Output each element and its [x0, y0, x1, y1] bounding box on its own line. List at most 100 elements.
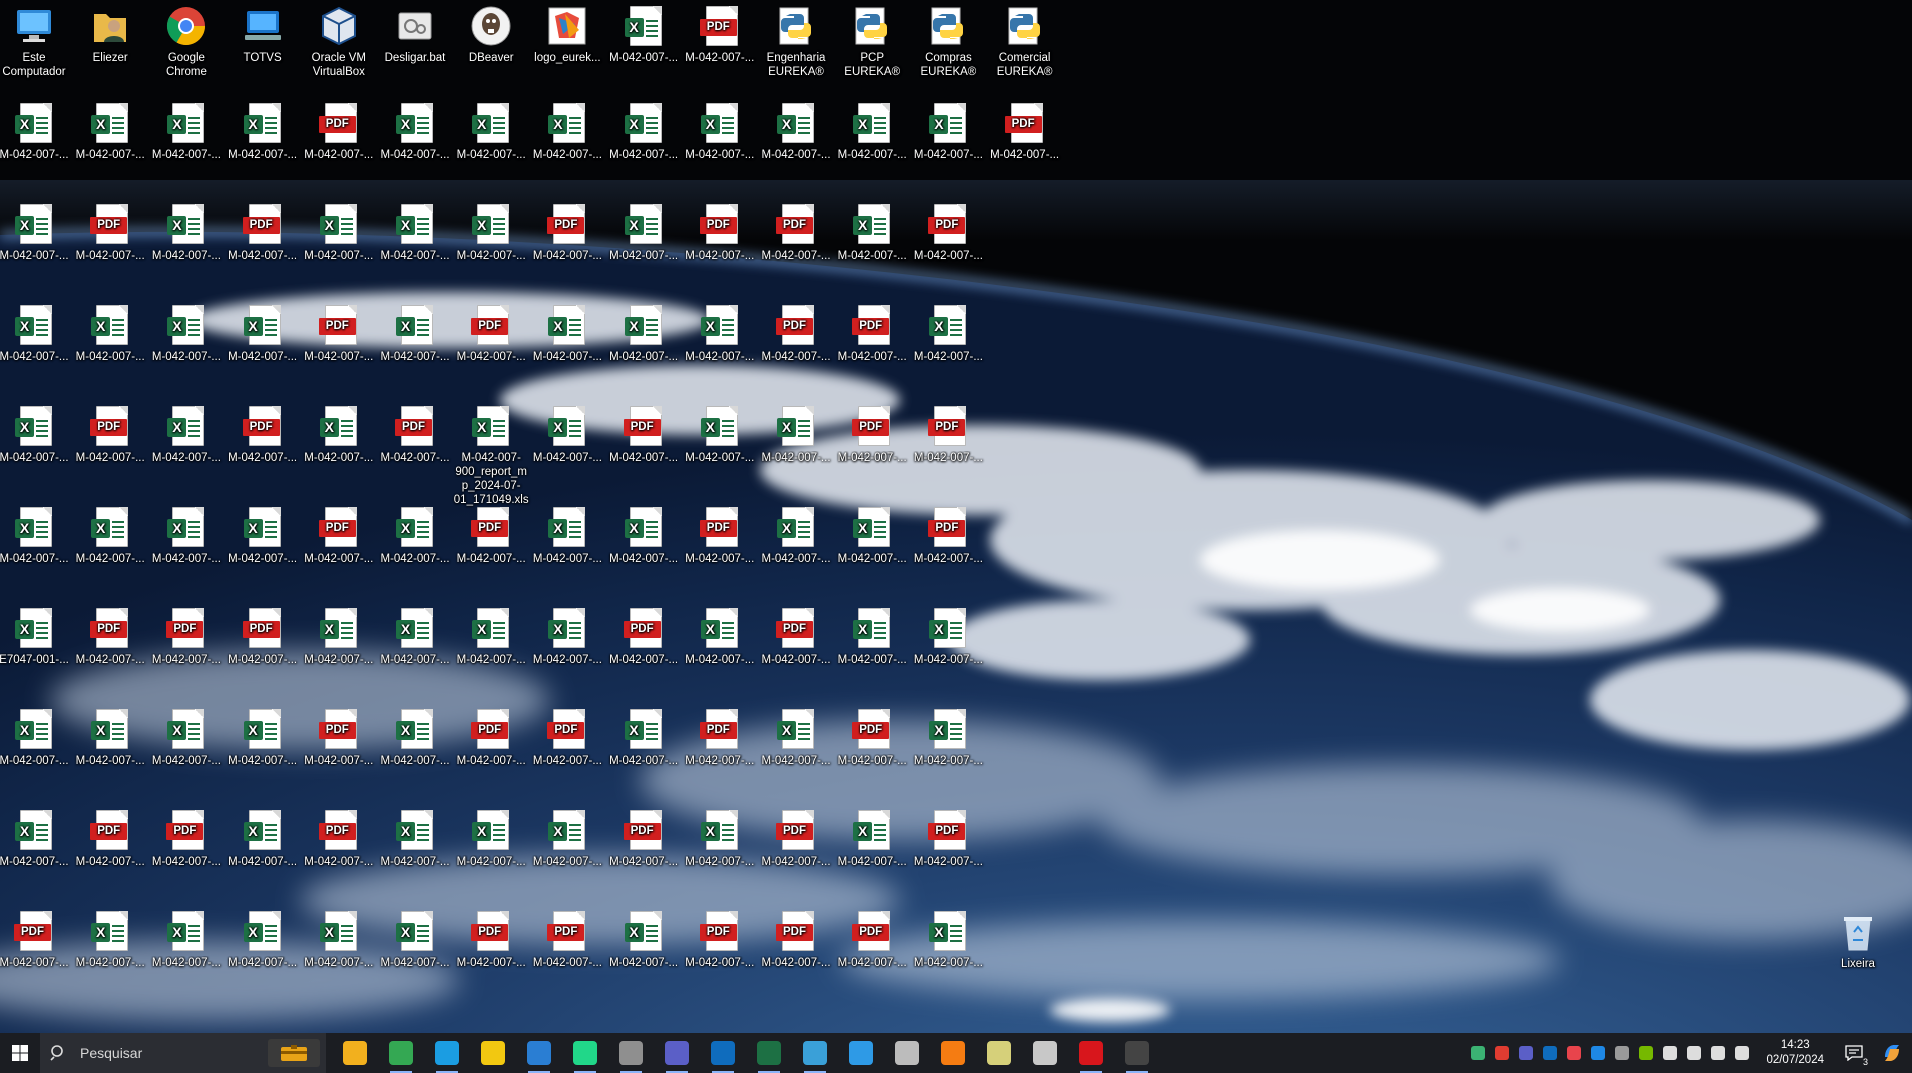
desktop-icon[interactable]: PCP EUREKA®: [834, 4, 910, 79]
desktop-icon[interactable]: X M-042-007-...: [72, 707, 148, 768]
desktop-icon[interactable]: X M-042-007-...: [606, 909, 682, 970]
desktop-icon[interactable]: X M-042-007-...: [606, 707, 682, 768]
taskbar-app-notepad[interactable]: [976, 1033, 1022, 1073]
desktop-icon[interactable]: PDF M-042-007-...: [606, 606, 682, 667]
desktop-icon[interactable]: PDF M-042-007-...: [453, 909, 529, 970]
desktop-icon[interactable]: X M-042-007-...: [225, 101, 301, 162]
desktop-icon[interactable]: X M-042-007-...: [758, 505, 834, 566]
desktop-icon[interactable]: X M-042-007-...: [529, 303, 605, 364]
desktop-icon[interactable]: X M-042-007-...: [0, 404, 72, 465]
desktop-icon[interactable]: X M-042-007-...: [453, 101, 529, 162]
desktop-icon[interactable]: X M-042-007-...: [758, 101, 834, 162]
desktop-icon[interactable]: X M-042-007-...: [225, 303, 301, 364]
desktop-icon[interactable]: X M-042-007-...: [834, 505, 910, 566]
taskbar-app-virtualbox[interactable]: [884, 1033, 930, 1073]
desktop-icon[interactable]: X M-042-007-...: [834, 202, 910, 263]
taskbar-app-vscode[interactable]: [516, 1033, 562, 1073]
desktop-icon[interactable]: PDF M-042-007-...: [758, 909, 834, 970]
desktop-icon[interactable]: PDF M-042-007-...: [834, 303, 910, 364]
desktop-icon[interactable]: X M-042-007-...: [682, 101, 758, 162]
desktop-icon[interactable]: PDF M-042-007-...: [72, 808, 148, 869]
taskbar-app-sublime[interactable]: [930, 1033, 976, 1073]
taskbar-app-chrome[interactable]: [378, 1033, 424, 1073]
desktop-icon[interactable]: X M-042-007-...: [453, 202, 529, 263]
kanban-icon[interactable]: [1466, 1033, 1490, 1073]
search-input[interactable]: [78, 1044, 262, 1062]
desktop-icon[interactable]: X M-042-007-...: [0, 101, 72, 162]
desktop-icon[interactable]: PDF M-042-007-...: [148, 606, 224, 667]
desktop-icon[interactable]: X M-042-007-...: [758, 707, 834, 768]
desktop-icon[interactable]: X M-042-007-...: [453, 606, 529, 667]
desktop-icon[interactable]: PDF M-042-007-...: [529, 909, 605, 970]
desktop-icon[interactable]: X M-042-007-...: [606, 202, 682, 263]
taskbar-app-pycharm[interactable]: [562, 1033, 608, 1073]
desktop-icon[interactable]: X M-042-007-...: [301, 606, 377, 667]
desktop-icon[interactable]: X M-042-007-...: [606, 4, 682, 65]
desktop-icon[interactable]: PDF M-042-007-...: [682, 505, 758, 566]
taskbar-app-excel[interactable]: [746, 1033, 792, 1073]
desktop-icon[interactable]: X M-042-007-...: [377, 909, 453, 970]
desktop-icon[interactable]: X M-042-007-...: [910, 101, 986, 162]
desktop-icon[interactable]: X M-042-007-...: [0, 505, 72, 566]
desktop-icon[interactable]: X M-042-007-...: [72, 505, 148, 566]
desktop-icon[interactable]: X M-042-007-...: [529, 505, 605, 566]
desktop-icon[interactable]: X M-042-007-900_report_mp_2024-07-01_1710…: [453, 404, 529, 521]
desktop-icon[interactable]: PDF M-042-007-...: [758, 808, 834, 869]
desktop-icon[interactable]: X M-042-007-...: [682, 808, 758, 869]
desktop-icon[interactable]: logo_eurek...: [529, 4, 605, 65]
desktop-icon[interactable]: PDF M-042-007-...: [72, 404, 148, 465]
desktop-icon[interactable]: X M-042-007-...: [72, 101, 148, 162]
taskbar-app-edge[interactable]: [424, 1033, 470, 1073]
desktop-icon[interactable]: PDF M-042-007-...: [910, 202, 986, 263]
desktop-icon[interactable]: Este Computador: [0, 4, 72, 79]
desktop-icon[interactable]: X M-042-007-...: [225, 505, 301, 566]
desktop-icon[interactable]: X M-042-007-...: [910, 303, 986, 364]
desktop-icon[interactable]: X M-042-007-...: [72, 909, 148, 970]
desktop-icon[interactable]: Compras EUREKA®: [910, 4, 986, 79]
desktop-icon[interactable]: PDF M-042-007-...: [225, 404, 301, 465]
desktop-icon[interactable]: PDF M-042-007-...: [910, 808, 986, 869]
desktop-icon[interactable]: PDF M-042-007-...: [682, 707, 758, 768]
desktop-icon[interactable]: X M-042-007-...: [377, 606, 453, 667]
desktop-icon[interactable]: X M-042-007-...: [606, 101, 682, 162]
desktop-icon[interactable]: PDF M-042-007-...: [758, 606, 834, 667]
desktop-icon[interactable]: X M-042-007-...: [834, 808, 910, 869]
desktop-icon[interactable]: X M-042-007-...: [377, 808, 453, 869]
taskbar-app-terminal[interactable]: [1114, 1033, 1160, 1073]
desktop-icon[interactable]: X M-042-007-...: [529, 808, 605, 869]
desktop-icon[interactable]: X M-042-007-...: [0, 808, 72, 869]
taskbar-search[interactable]: [40, 1033, 326, 1073]
desktop-icon[interactable]: PDF M-042-007-...: [834, 909, 910, 970]
desktop-icon[interactable]: PDF M-042-007-...: [72, 202, 148, 263]
desktop-icon[interactable]: PDF M-042-007-...: [377, 404, 453, 465]
desktop-area[interactable]: Este Computador Eliezer Google Chrome TOTVS…: [0, 0, 1912, 1033]
onedrive-icon[interactable]: [1586, 1033, 1610, 1073]
desktop-icon[interactable]: PDF M-042-007-...: [148, 808, 224, 869]
desktop-icon[interactable]: X M-042-007-...: [72, 303, 148, 364]
security-icon[interactable]: [1562, 1033, 1586, 1073]
desktop-icon[interactable]: X M-042-007-...: [910, 707, 986, 768]
desktop-icon[interactable]: X M-042-007-...: [377, 101, 453, 162]
desktop-icon[interactable]: X M-042-007-...: [148, 505, 224, 566]
desktop-icon[interactable]: Oracle VM VirtualBox: [301, 4, 377, 79]
desktop-icon[interactable]: Lixeira: [1820, 910, 1896, 971]
desktop-icon[interactable]: X M-042-007-...: [225, 808, 301, 869]
desktop-icon[interactable]: PDF M-042-007-...: [758, 202, 834, 263]
taskbar-app-monitor[interactable]: [1022, 1033, 1068, 1073]
desktop-icon[interactable]: X M-042-007-...: [529, 101, 605, 162]
desktop-icon[interactable]: X M-042-007-...: [377, 303, 453, 364]
desktop-icon[interactable]: X M-042-007-...: [910, 606, 986, 667]
desktop-icon[interactable]: X M-042-007-...: [225, 707, 301, 768]
desktop-icon[interactable]: PDF M-042-007-...: [225, 202, 301, 263]
camera-icon[interactable]: [1682, 1033, 1706, 1073]
desktop-icon[interactable]: DBeaver: [453, 4, 529, 65]
desktop-icon[interactable]: PDF M-042-007-...: [453, 505, 529, 566]
desktop-icon[interactable]: PDF M-042-007-...: [682, 909, 758, 970]
desktop-icon[interactable]: PDF M-042-007-...: [758, 303, 834, 364]
desktop-icon[interactable]: X E7047-001-...: [0, 606, 72, 667]
desktop-icon[interactable]: PDF M-042-007-...: [529, 202, 605, 263]
desktop-icon[interactable]: X M-042-007-...: [225, 909, 301, 970]
desktop-icon[interactable]: PDF M-042-007-...: [301, 303, 377, 364]
desktop-icon[interactable]: X M-042-007-...: [301, 909, 377, 970]
desktop-icon[interactable]: TOTVS: [225, 4, 301, 65]
